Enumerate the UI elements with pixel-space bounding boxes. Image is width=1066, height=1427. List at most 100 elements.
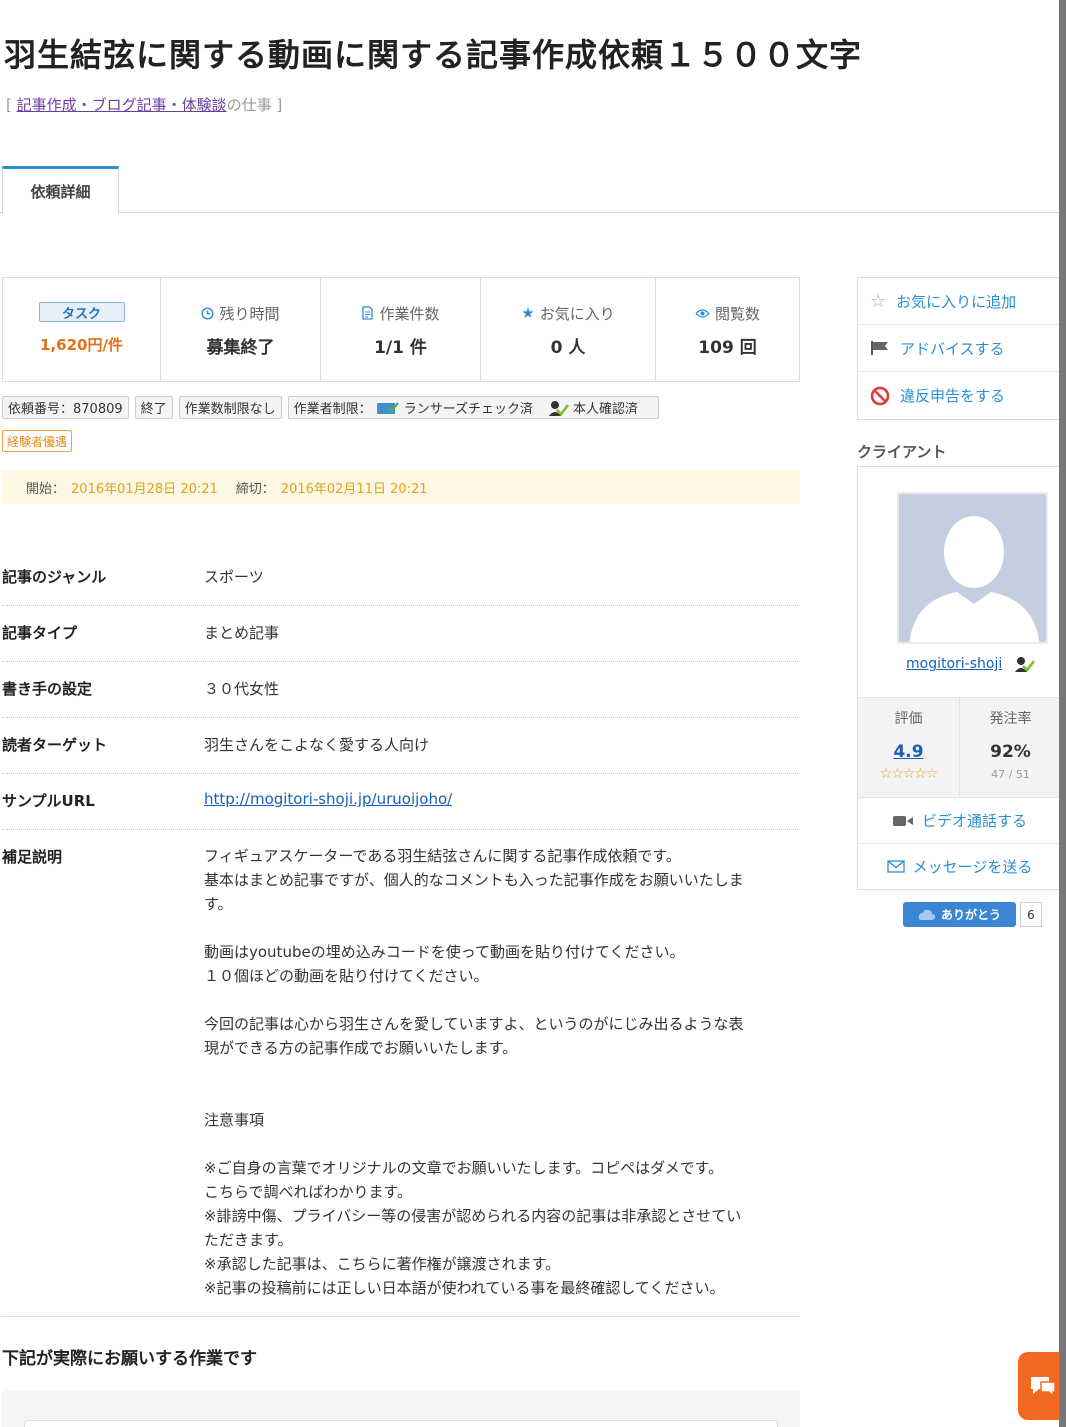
start-date: 2016年01月28日 20:21 [71, 481, 218, 497]
note-line: 現ができる方の記事作成でお願いいたします。 [204, 1039, 518, 1057]
note-line: 動画はyoutubeの埋め込みコードを使って動画を貼り付けてください。 [204, 943, 685, 961]
report-button[interactable]: 違反申告をする [858, 372, 1059, 419]
note-line: す。 [204, 895, 233, 913]
rating-cell: 評価 4.9 ☆☆☆☆☆ [858, 698, 959, 797]
default-avatar-icon [909, 516, 1040, 642]
tab-details[interactable]: 依頼詳細 [2, 166, 119, 214]
detail-row-genre: 記事のジャンル スポーツ [2, 550, 800, 606]
prohibited-icon [870, 386, 890, 405]
note-line: こちらで調べればわかります。 [204, 1183, 413, 1201]
genre-label: 記事のジャンル [2, 568, 107, 586]
worker-limit-tag: 作業者制限： ランサーズチェック済 本人確認済 [287, 396, 660, 419]
client-heading: クライアント [857, 443, 947, 461]
price-value: 1,620円/件 [40, 336, 123, 354]
detail-row-note: 補足説明 フィギュアスケーターである羽生結弦さんに関する記事作成依頼です。 基本… [2, 830, 800, 1317]
type-value: まとめ記事 [204, 624, 280, 642]
breadcrumb: [ 記事作成・ブログ記事・体験談の仕事 ] [6, 94, 282, 115]
note-line: ※ご自身の言葉でオリジナルの文章でお願いいたします。コピペはダメです。 [204, 1159, 724, 1177]
note-body: フィギュアスケーターである羽生結弦さんに関する記事作成依頼です。 基本はまとめ記… [204, 830, 800, 1316]
work-section-heading: 下記が実際にお願いする作業です [2, 1349, 257, 1369]
favorites-label: お気に入り [539, 304, 615, 323]
scrollbar[interactable] [1059, 0, 1066, 1427]
type-label: 記事タイプ [2, 624, 78, 642]
work-count-label: 作業件数 [379, 304, 440, 323]
message-label: メッセージを送る [912, 858, 1033, 876]
target-value: 羽生さんをこよなく愛する人向け [204, 736, 430, 754]
work-section-box [2, 1390, 800, 1427]
stat-task: タスク 1,620円/件 [3, 278, 161, 381]
thanks-button[interactable]: ありがとう [903, 902, 1016, 927]
detail-row-writer: 書き手の設定 ３０代女性 [2, 662, 800, 718]
order-rate-value: 92% [990, 742, 1031, 762]
envelope-icon [886, 860, 905, 873]
thanks-label: ありがとう [940, 908, 1001, 922]
limit-tag: 作業数制限なし [178, 396, 282, 419]
note-line: １０個ほどの動画を貼り付けてください。 [204, 967, 489, 985]
lancers-check-label: ランサーズチェック済 [403, 402, 534, 417]
stat-work-count: 作業件数 1/1 件 [321, 278, 481, 381]
views-value: 109 回 [698, 338, 757, 358]
stat-favorites: ★ お気に入り 0 人 [481, 278, 656, 381]
client-metrics: 評価 4.9 ☆☆☆☆☆ 発注率 92% 47 / 51 [858, 697, 1061, 797]
order-rate-sub: 47 / 51 [991, 768, 1030, 781]
end-label: 締切： [235, 481, 275, 497]
genre-value: スポーツ [204, 568, 264, 586]
note-line: ※記事の投稿前には正しい日本語が使われている事を最終確認してください。 [204, 1279, 725, 1297]
work-count-value: 1/1 件 [374, 338, 427, 358]
worker-limit-label: 作業者制限： [293, 402, 372, 417]
writer-label: 書き手の設定 [2, 680, 93, 698]
avatar[interactable] [897, 492, 1048, 644]
target-label: 読者ターゲット [2, 736, 108, 754]
identity-verified-icon [1014, 657, 1035, 672]
job-number-tag: 依頼番号：870809 [2, 396, 129, 419]
note-line: フィギュアスケーターである羽生結弦さんに関する記事作成依頼です。 [204, 847, 681, 865]
video-call-button[interactable]: ビデオ通話する [858, 797, 1061, 843]
chat-bubble-icon [1031, 1377, 1056, 1398]
thanks-count: 6 [1020, 902, 1042, 927]
tab-bar: 依頼詳細 [0, 166, 1066, 214]
writer-value: ３０代女性 [204, 680, 280, 698]
experienced-badge: 経験者優遇 [2, 430, 73, 452]
side-action-list: ☆ お気に入りに追加 アドバイスする 違反申告をする [857, 277, 1060, 420]
detail-row-url: サンプルURL http://mogitori-shoji.jp/uruoijo… [2, 774, 800, 830]
schedule-bar: 開始： 2016年01月28日 20:21 締切： 2016年02月11日 20… [2, 470, 800, 504]
breadcrumb-suffix: の仕事 ] [226, 96, 283, 114]
status-tag: 終了 [134, 396, 173, 419]
send-message-button[interactable]: メッセージを送る [858, 843, 1061, 889]
client-name-link[interactable]: mogitori-shoji [906, 656, 1002, 672]
tag-list: 依頼番号：870809 終了 作業数制限なし 作業者制限： ランサーズチェック済… [2, 396, 660, 419]
thanks-widget: ありがとう 6 [903, 902, 1042, 927]
document-icon [362, 306, 374, 320]
note-line: ※承認した記事は、こちらに著作権が譲渡されます。 [204, 1255, 561, 1273]
category-link[interactable]: 記事作成・ブログ記事・体験談 [17, 96, 227, 114]
cloud-icon [918, 909, 936, 920]
rating-value-link[interactable]: 4.9 [893, 742, 923, 762]
advice-label: アドバイスする [900, 339, 1005, 358]
url-label: サンプルURL [2, 792, 95, 810]
client-name-row: mogitori-shoji [906, 655, 1035, 673]
sample-url-link[interactable]: http://mogitori-shoji.jp/uruoijoho/ [204, 790, 452, 808]
add-favorite-button[interactable]: ☆ お気に入りに追加 [858, 278, 1059, 325]
end-date: 2016年02月11日 20:21 [280, 481, 428, 497]
video-camera-icon [892, 815, 913, 826]
report-label: 違反申告をする [900, 387, 1006, 405]
lancers-check-icon [376, 401, 399, 414]
rating-label: 評価 [894, 711, 923, 727]
detail-row-type: 記事タイプ まとめ記事 [2, 606, 800, 662]
advice-button[interactable]: アドバイスする [858, 325, 1059, 372]
favorites-value: 0 人 [550, 338, 586, 358]
note-label: 補足説明 [2, 848, 63, 866]
client-card: mogitori-shoji 評価 4.9 ☆☆☆☆☆ 発注率 92% 47 /… [857, 466, 1061, 890]
rating-stars-icon: ☆☆☆☆☆ [879, 766, 939, 782]
note-line: 注意事項 [204, 1111, 265, 1129]
identity-verified-icon [549, 400, 570, 416]
note-line: 今回の記事は心から羽生さんを愛していますよ、というのがにじみ出るような表 [204, 1015, 744, 1033]
note-line: 基本はまとめ記事ですが、個人的なコメントも入った記事作成をお願いいたしま [204, 871, 744, 889]
start-label: 開始： [26, 481, 66, 497]
order-rate-cell: 発注率 92% 47 / 51 [959, 698, 1061, 797]
stat-views: 閲覧数 109 回 [656, 278, 799, 381]
remaining-value: 募集終了 [206, 338, 275, 358]
breadcrumb-open: [ [6, 96, 17, 114]
stats-panel: タスク 1,620円/件 残り時間 募集終了 作業件数 1/1 件 ★ お気に入… [2, 277, 800, 382]
stat-remaining: 残り時間 募集終了 [161, 278, 321, 381]
